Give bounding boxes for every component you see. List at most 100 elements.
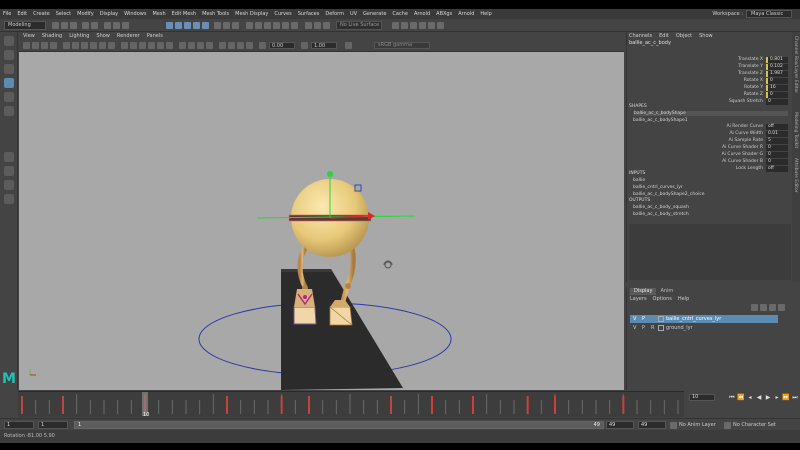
attr-row[interactable]: Ai Curve Shader R0	[627, 145, 793, 151]
select-dynamics-icon[interactable]	[214, 22, 221, 29]
attr-row[interactable]: Lock Length off	[627, 166, 793, 172]
char-set-dropdown[interactable]: No Character Set	[733, 421, 776, 429]
attr-row[interactable]: Ai Render Curve off	[627, 124, 793, 130]
select-mask-icon[interactable]	[166, 22, 173, 29]
layer-color-swatch[interactable]	[658, 316, 664, 322]
menu-modify[interactable]: Modify	[77, 11, 94, 17]
attr-value[interactable]: 0	[766, 99, 788, 105]
menu-uv[interactable]: UV	[350, 11, 357, 17]
input-node[interactable]: ballie_cntrl_curves_lyr	[633, 185, 683, 190]
move-layer-up-icon[interactable]	[751, 304, 758, 311]
menu-arnold[interactable]: Arnold	[414, 11, 430, 17]
view-transform-dropdown[interactable]: sRGB gamma	[374, 42, 430, 49]
output-ops-icon[interactable]	[314, 22, 321, 29]
isolate-select-icon[interactable]	[219, 42, 226, 49]
tab-channel-box[interactable]: Channel Box/Layer Editor	[793, 36, 798, 93]
playback-end-field[interactable]: 49	[606, 421, 634, 429]
attr-row[interactable]: Ai Sample Rate 5	[627, 138, 793, 144]
vp-menu-lighting[interactable]: Lighting	[69, 33, 89, 39]
render-frame-icon[interactable]	[392, 22, 399, 29]
anim-start-field[interactable]: 1	[4, 421, 34, 429]
wireframe-icon[interactable]	[121, 42, 128, 49]
menu-file[interactable]: File	[3, 11, 11, 17]
select-deform-icon[interactable]	[202, 22, 209, 29]
new-layer-selected-icon[interactable]	[778, 304, 785, 311]
select-surface-icon[interactable]	[193, 22, 200, 29]
layer-playback[interactable]: P	[642, 324, 645, 332]
workspace-dropdown[interactable]: Maya Classic	[746, 10, 792, 18]
cb-menu-edit[interactable]: Edit	[659, 33, 669, 39]
render-view-icon[interactable]	[428, 22, 435, 29]
save-scene-icon[interactable]	[70, 22, 77, 29]
attr-value[interactable]: 1.987	[766, 71, 788, 77]
layer-row[interactable]: V P ballie_cntrl_curves_lyr	[630, 315, 778, 323]
arnold-render-icon[interactable]	[437, 22, 444, 29]
go-to-end-icon[interactable]: ⏭	[791, 393, 799, 402]
color-management-icon[interactable]	[345, 42, 352, 49]
layer-visibility[interactable]: V	[633, 324, 636, 332]
ipr-render-icon[interactable]	[401, 22, 408, 29]
safe-action-icon[interactable]	[108, 42, 115, 49]
attr-row[interactable]: Squash Stretch 0	[627, 99, 793, 105]
make-live-icon[interactable]	[291, 22, 298, 29]
open-scene-icon[interactable]	[61, 22, 68, 29]
tab-modeling-toolkit[interactable]: Modeling Toolkit	[793, 112, 798, 148]
shadows-icon[interactable]	[166, 42, 173, 49]
layer-name[interactable]: ground_lyr	[666, 324, 693, 332]
snap-view-plane-icon[interactable]	[282, 22, 289, 29]
menu-windows[interactable]: Windows	[124, 11, 146, 17]
snap-curve-icon[interactable]	[255, 22, 262, 29]
vp-menu-show[interactable]: Show	[96, 33, 110, 39]
anim-end-field[interactable]: 49	[638, 421, 666, 429]
layer-name[interactable]: ballie_cntrl_curves_lyr	[666, 315, 721, 323]
field-chart-icon[interactable]	[99, 42, 106, 49]
output-node[interactable]: ballie_ac_c_body_stretch	[633, 212, 689, 217]
select-component-icon[interactable]	[122, 22, 129, 29]
attr-value[interactable]: 0	[766, 92, 788, 98]
attr-value[interactable]: 0.801	[766, 57, 788, 63]
select-object-icon[interactable]	[113, 22, 120, 29]
paint-select-icon[interactable]	[4, 64, 14, 74]
scale-tool-icon[interactable]	[4, 106, 14, 116]
select-curve-icon[interactable]	[184, 22, 191, 29]
menu-cache[interactable]: Cache	[392, 11, 408, 17]
menu-help[interactable]: Help	[480, 11, 491, 17]
menu-edit-mesh[interactable]: Edit Mesh	[172, 11, 196, 17]
step-back-key-icon[interactable]: ⏪	[737, 393, 745, 402]
ground-plane[interactable]	[281, 269, 403, 390]
anti-aliasing-icon[interactable]	[197, 42, 204, 49]
vp-menu-shading[interactable]: Shading	[42, 33, 62, 39]
layer-playback[interactable]: P	[642, 315, 645, 323]
four-view-icon[interactable]	[4, 166, 14, 176]
attr-value[interactable]: 16	[766, 85, 788, 91]
redo-icon[interactable]	[91, 22, 98, 29]
menu-arnold-2[interactable]: Arnold	[458, 11, 474, 17]
range-slider[interactable]: 1 49	[74, 421, 604, 429]
step-back-icon[interactable]: ◂	[746, 393, 754, 402]
single-view-icon[interactable]	[4, 152, 14, 162]
input-ops-icon[interactable]	[305, 22, 312, 29]
play-forward-icon[interactable]: ▶	[764, 393, 772, 402]
attr-row[interactable]: Ai Curve Shader B0	[627, 159, 793, 165]
menu-edit[interactable]: Edit	[17, 11, 27, 17]
grid-icon[interactable]	[63, 42, 70, 49]
lasso-tool-icon[interactable]	[4, 50, 14, 60]
select-misc-icon[interactable]	[232, 22, 239, 29]
attr-row[interactable]: Ai Curve Shader G0	[627, 152, 793, 158]
select-hierarchy-icon[interactable]	[104, 22, 111, 29]
cb-menu-show[interactable]: Show	[699, 33, 713, 39]
tab-display[interactable]: Display	[630, 288, 657, 295]
exposure-field[interactable]: 0.00	[269, 42, 295, 49]
layer-visibility[interactable]: V	[633, 315, 636, 323]
menu-select[interactable]: Select	[56, 11, 71, 17]
cb-menu-object[interactable]: Object	[676, 33, 692, 39]
step-forward-key-icon[interactable]: ⏩	[782, 393, 790, 402]
current-frame-field[interactable]: 10	[689, 394, 715, 401]
layer-ref[interactable]: R	[651, 324, 654, 332]
gamma-field[interactable]: 1.00	[311, 42, 337, 49]
layer-color-swatch[interactable]	[658, 325, 664, 331]
outliner-layout-icon[interactable]	[4, 194, 14, 204]
textured-icon[interactable]	[148, 42, 155, 49]
resolution-gate-icon[interactable]	[81, 42, 88, 49]
menu-display[interactable]: Display	[100, 11, 118, 17]
